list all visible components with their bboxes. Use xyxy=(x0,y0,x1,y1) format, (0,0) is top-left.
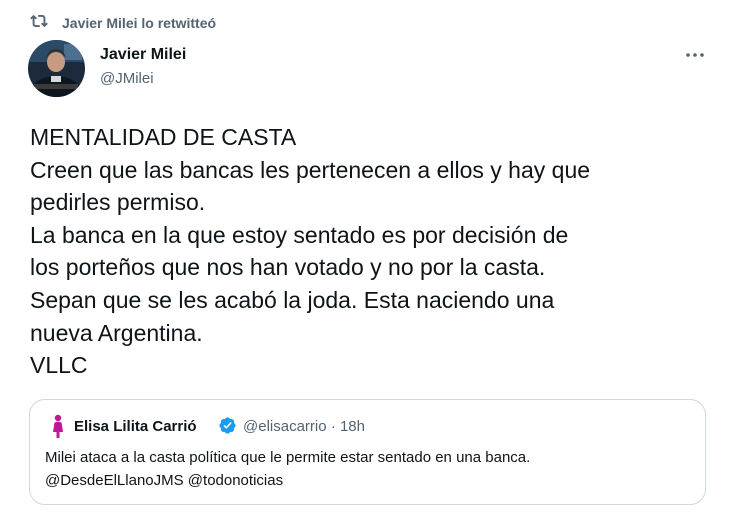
retweet-indicator: Javier Milei lo retwitteó xyxy=(30,13,216,33)
tweet-line: MENTALIDAD DE CASTA xyxy=(30,124,297,150)
tweet-line: Creen que las bancas les pertenecen a el… xyxy=(30,156,591,183)
avatar[interactable] xyxy=(28,40,85,97)
tweet-line: nueva Argentina. xyxy=(30,319,203,346)
meta-separator: · xyxy=(330,418,336,435)
more-options-button[interactable] xyxy=(680,44,710,64)
tweet-line: pedirles permiso. xyxy=(30,189,206,216)
quoted-time[interactable]: 18h xyxy=(340,418,365,435)
tweet-line: La banca en la que estoy sentado es por … xyxy=(30,221,569,248)
tweet-line: Sepan que se les acabó la joda. Esta nac… xyxy=(30,286,555,313)
verified-badge-icon xyxy=(218,416,237,435)
author-handle[interactable]: @JMilei xyxy=(100,70,154,87)
tweet-line: VLLC xyxy=(30,352,88,379)
quoted-meta[interactable]: @elisacarrio · 18h xyxy=(243,418,365,435)
quoted-tweet[interactable]: Elisa Lilita Carrió @elisacarrio · 18h M… xyxy=(29,399,706,505)
more-icon xyxy=(685,45,705,63)
quoted-line: @DesdeElLlanoJMS @todonoticias xyxy=(45,472,284,489)
retweet-icon xyxy=(30,12,48,35)
quoted-author-name[interactable]: Elisa Lilita Carrió xyxy=(74,418,197,435)
quoted-text: Milei ataca a la casta política que le p… xyxy=(45,446,685,492)
tweet-line: los porteños que nos han votado y no por… xyxy=(30,254,546,281)
retweet-label: Javier Milei lo retwitteó xyxy=(62,15,217,31)
tweet-text: MENTALIDAD DE CASTA Creen que las bancas… xyxy=(30,121,710,382)
quoted-line: Milei ataca a la casta política que le p… xyxy=(45,449,531,466)
quoted-avatar[interactable] xyxy=(45,413,71,439)
author-name[interactable]: Javier Milei xyxy=(100,46,186,64)
quoted-handle[interactable]: @elisacarrio xyxy=(243,418,327,435)
